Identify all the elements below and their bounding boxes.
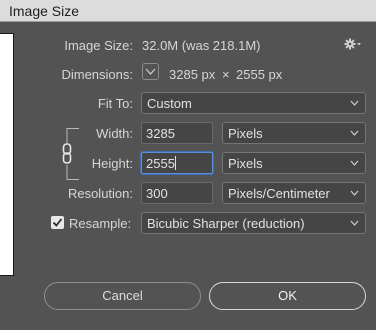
image-size-label: Image Size: bbox=[64, 38, 133, 53]
chevron-down-icon bbox=[350, 160, 359, 166]
dimensions-label: Dimensions: bbox=[61, 67, 133, 82]
chevron-down-icon bbox=[350, 100, 359, 106]
image-preview[interactable] bbox=[0, 33, 14, 276]
gear-icon[interactable] bbox=[344, 37, 362, 51]
window-title: Image Size bbox=[9, 3, 80, 19]
fit-to-value: Custom bbox=[147, 96, 192, 111]
dimensions-width: 3285 px bbox=[169, 67, 216, 82]
height-unit-select[interactable]: Pixels bbox=[222, 152, 366, 174]
cancel-button[interactable]: Cancel bbox=[44, 282, 201, 310]
title-bar[interactable]: Image Size bbox=[0, 0, 376, 22]
resolution-label: Resolution: bbox=[67, 186, 133, 201]
image-size-value: 32.0M (was 218.1M) bbox=[142, 38, 261, 53]
chevron-down-icon bbox=[350, 220, 359, 226]
width-unit-select[interactable]: Pixels bbox=[222, 122, 366, 144]
fit-to-label: Fit To: bbox=[97, 96, 133, 111]
chevron-down-icon bbox=[350, 130, 359, 136]
dimensions-height: 2555 px bbox=[236, 67, 283, 82]
dimensions-unit-button[interactable] bbox=[142, 63, 159, 80]
resolution-unit-select[interactable]: Pixels/Centimeter bbox=[222, 182, 366, 204]
width-input[interactable]: 3285 bbox=[141, 122, 213, 144]
height-input[interactable]: 2555 bbox=[141, 152, 213, 174]
text-caret bbox=[174, 156, 176, 170]
checkmark-icon bbox=[52, 218, 63, 227]
chevron-down-icon bbox=[350, 190, 359, 196]
resample-method-select[interactable]: Bicubic Sharper (reduction) bbox=[141, 212, 366, 234]
chevron-down-icon bbox=[145, 68, 156, 75]
resample-checkbox[interactable] bbox=[51, 216, 64, 229]
ok-button[interactable]: OK bbox=[209, 282, 366, 310]
constrain-proportions-toggle[interactable] bbox=[60, 128, 82, 180]
resample-label[interactable]: Resample: bbox=[69, 216, 131, 231]
dimensions-times: × bbox=[222, 67, 230, 82]
fit-to-select[interactable]: Custom bbox=[141, 92, 366, 114]
resolution-input[interactable]: 300 bbox=[141, 182, 213, 204]
width-label: Width: bbox=[96, 126, 133, 141]
chain-link-icon bbox=[62, 128, 79, 180]
height-label: Height: bbox=[91, 156, 133, 171]
